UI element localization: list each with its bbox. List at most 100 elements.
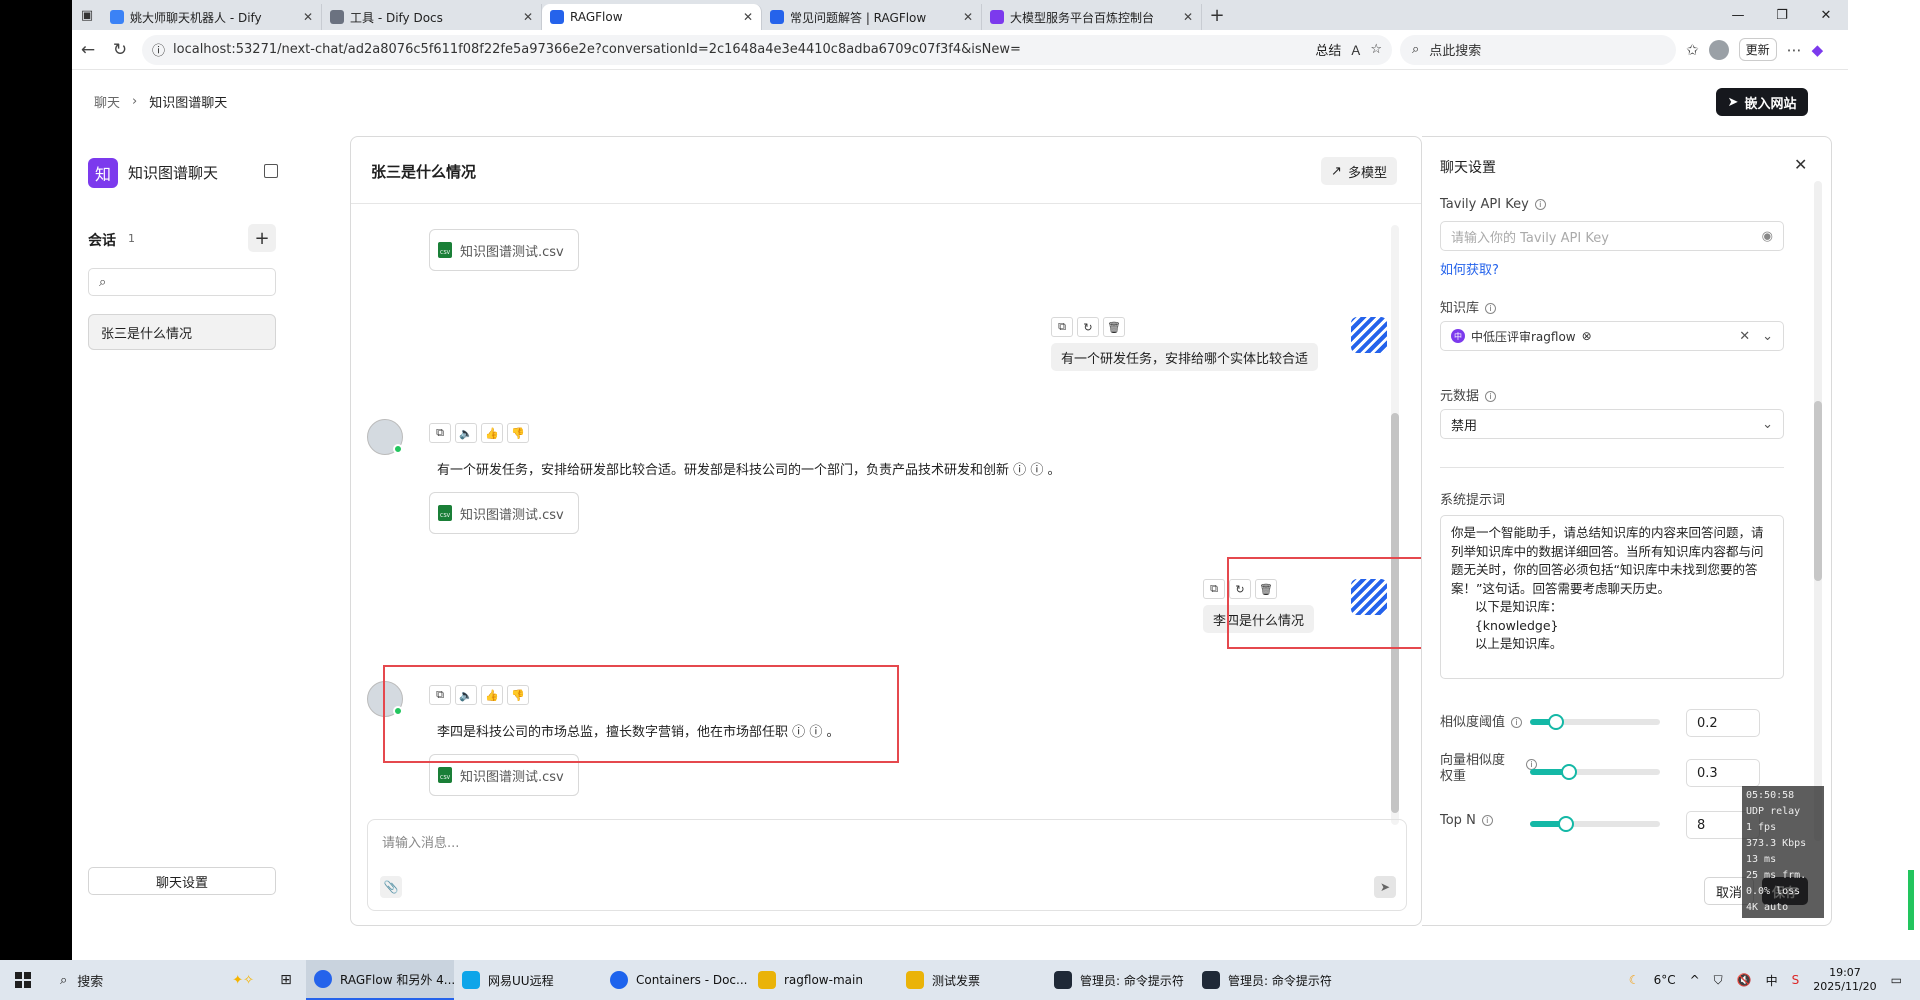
system-prompt-textarea[interactable]: 你是一个智能助手，请总结知识库的内容来回答问题，请列举知识库中的数据详细回答。当… bbox=[1440, 515, 1784, 679]
windows-start-icon[interactable] bbox=[0, 960, 46, 1000]
tab-favicon-icon bbox=[990, 10, 1004, 24]
more-icon[interactable]: ⋯ bbox=[1787, 41, 1802, 59]
close-window-icon[interactable]: ✕ bbox=[1804, 0, 1848, 30]
breadcrumb-root[interactable]: 聊天 bbox=[94, 92, 120, 111]
session-item[interactable]: 张三是什么情况 bbox=[88, 314, 276, 350]
send-icon[interactable]: ➤ bbox=[1374, 876, 1396, 898]
taskbar-item[interactable]: 管理员: 命令提示符 bbox=[1194, 960, 1342, 1000]
close-icon[interactable]: ✕ bbox=[1794, 155, 1807, 174]
vector-weight-input[interactable]: 0.3 bbox=[1686, 759, 1760, 787]
remove-tag-icon[interactable]: ⊗ bbox=[1582, 329, 1592, 343]
profile-avatar[interactable] bbox=[1708, 39, 1729, 60]
tavily-api-key-input[interactable]: 请输入你的 Tavily API Key ◉ bbox=[1440, 221, 1784, 251]
copy-icon[interactable]: ⧉ bbox=[1203, 579, 1225, 599]
tab-title: 工具 - Dify Docs bbox=[350, 10, 443, 25]
file-attachment[interactable]: CSV 知识图谱测试.csv bbox=[429, 492, 579, 534]
speaker-icon[interactable]: 🔈 bbox=[455, 423, 477, 443]
copy-icon[interactable]: ⧉ bbox=[429, 423, 451, 443]
browser-tab[interactable]: 姚大师聊天机器人 - Dify ✕ bbox=[102, 4, 322, 30]
back-icon[interactable]: ← bbox=[72, 40, 104, 60]
metadata-select[interactable]: 禁用 ⌄ bbox=[1440, 409, 1784, 439]
tab-close-icon[interactable]: ✕ bbox=[743, 10, 753, 24]
message-input[interactable]: 请输入消息... 📎 ➤ bbox=[367, 819, 1407, 911]
citation-info-icon[interactable]: ⓘ bbox=[1013, 463, 1026, 478]
minimize-icon[interactable]: — bbox=[1716, 0, 1760, 30]
summary-button[interactable]: 总结 bbox=[1315, 40, 1341, 59]
maximize-icon[interactable]: ❐ bbox=[1760, 0, 1804, 30]
session-search-input[interactable]: ⌕ bbox=[88, 268, 276, 296]
taskbar-item[interactable]: Containers - Doc... bbox=[602, 960, 750, 1000]
tab-close-icon[interactable]: ✕ bbox=[523, 10, 533, 24]
metadata-label-text: 元数据 bbox=[1440, 389, 1480, 404]
volume-muted-icon[interactable]: 🔇 bbox=[1737, 973, 1752, 987]
copy-icon[interactable]: ⧉ bbox=[1051, 317, 1073, 337]
regenerate-icon[interactable]: ↻ bbox=[1077, 317, 1099, 337]
similarity-input[interactable]: 0.2 bbox=[1686, 709, 1760, 737]
browser-tab[interactable]: 常见问题解答 | RAGFlow ✕ bbox=[762, 4, 982, 30]
tab-close-icon[interactable]: ✕ bbox=[1183, 10, 1193, 24]
slider-handle[interactable] bbox=[1558, 816, 1574, 832]
citation-info-icon[interactable]: ⓘ bbox=[1030, 463, 1043, 478]
shield-icon[interactable]: ⛉ bbox=[1714, 973, 1723, 988]
tab-actions-icon[interactable]: ▣ bbox=[72, 0, 102, 30]
online-status-dot bbox=[393, 444, 403, 454]
sidebar-collapse-icon[interactable] bbox=[264, 164, 278, 178]
browser-tab[interactable]: 大模型服务平台百炼控制台 ✕ bbox=[982, 4, 1202, 30]
paperclip-icon[interactable]: 📎 bbox=[380, 876, 402, 898]
browser-tab[interactable]: 工具 - Dify Docs ✕ bbox=[322, 4, 542, 30]
thumbs-up-icon[interactable]: 👍 bbox=[481, 423, 503, 443]
stats-line: 0.0% loss bbox=[1746, 886, 1801, 897]
refresh-icon[interactable]: ↻ bbox=[104, 40, 136, 60]
file-attachment[interactable]: CSV 知识图谱测试.csv bbox=[429, 229, 579, 271]
info-icon[interactable]: ⓘ bbox=[152, 40, 165, 59]
clock[interactable]: 19:07 2025/11/20 bbox=[1813, 966, 1876, 994]
file-name: 知识图谱测试.csv bbox=[460, 244, 564, 260]
kb-label-text: 知识库 bbox=[1440, 301, 1480, 316]
thumbs-down-icon[interactable]: 👎 bbox=[507, 423, 529, 443]
sidebar: 知 知识图谱聊天 会话 1 + ⌕ 张三是什么情况 聊天设置 bbox=[88, 136, 318, 916]
similarity-slider[interactable] bbox=[1530, 714, 1660, 730]
clear-icon[interactable]: ✕ bbox=[1739, 329, 1750, 344]
chat-settings-button[interactable]: 聊天设置 bbox=[88, 867, 276, 895]
similarity-label: 相似度阈值 i bbox=[1440, 711, 1523, 730]
tab-close-icon[interactable]: ✕ bbox=[303, 10, 313, 24]
read-aloud-icon[interactable]: Ａ bbox=[1349, 40, 1362, 59]
tavily-label-text: Tavily API Key bbox=[1440, 197, 1529, 212]
slider-handle[interactable] bbox=[1548, 714, 1564, 730]
eye-icon[interactable]: ◉ bbox=[1762, 229, 1773, 244]
star-icon[interactable]: ☆ bbox=[1370, 42, 1382, 57]
tab-close-icon[interactable]: ✕ bbox=[963, 10, 973, 24]
chevron-up-icon[interactable]: ^ bbox=[1690, 973, 1700, 987]
ime-indicator[interactable]: 中 bbox=[1766, 972, 1778, 989]
slider-handle[interactable] bbox=[1561, 764, 1577, 780]
app-tray-icon[interactable]: S bbox=[1792, 973, 1800, 987]
multi-model-button[interactable]: ↗ 多模型 bbox=[1321, 157, 1397, 185]
settings-scrollbar-thumb[interactable] bbox=[1814, 401, 1822, 581]
settings-scrollbar[interactable] bbox=[1814, 181, 1822, 841]
delete-icon[interactable]: 🗑 bbox=[1103, 317, 1125, 337]
taskbar-item[interactable]: 管理员: 命令提示符 bbox=[1046, 960, 1194, 1000]
taskbar-search[interactable]: ⌕ 搜索 ✦✧ bbox=[46, 960, 266, 1000]
chevron-down-icon[interactable]: ⌄ bbox=[1762, 329, 1773, 344]
knowledge-base-select[interactable]: 中中低压评审ragflow ⊗ ✕ ⌄ bbox=[1440, 321, 1784, 351]
update-button[interactable]: 更新 bbox=[1738, 38, 1777, 61]
copilot-icon[interactable]: ◆ bbox=[1812, 41, 1824, 59]
how-to-get-link[interactable]: 如何获取? bbox=[1440, 259, 1499, 278]
taskbar-item[interactable]: 测试发票 bbox=[898, 960, 1046, 1000]
add-session-button[interactable]: + bbox=[248, 224, 276, 252]
notification-icon[interactable]: ▭ bbox=[1891, 973, 1902, 987]
vector-weight-slider[interactable] bbox=[1530, 764, 1660, 780]
weather-temp[interactable]: 6°C bbox=[1654, 973, 1676, 987]
favorites-icon[interactable]: ✩ bbox=[1686, 41, 1699, 59]
browser-search-input[interactable]: ⌕ 点此搜索 bbox=[1400, 34, 1676, 65]
taskbar-item[interactable]: ragflow-main bbox=[750, 960, 898, 1000]
taskbar-item[interactable]: 网易UU远程 bbox=[454, 960, 602, 1000]
topn-slider[interactable] bbox=[1530, 816, 1660, 832]
taskbar-item[interactable]: RAGFlow 和另外 4... bbox=[306, 960, 454, 1000]
url-field[interactable]: ⓘ localhost:53271/next-chat/ad2a8076c5f6… bbox=[142, 34, 1392, 65]
new-tab-icon[interactable]: + bbox=[1202, 5, 1232, 26]
task-view-icon[interactable]: ⊞ bbox=[266, 972, 306, 988]
embed-website-button[interactable]: ➤ 嵌入网站 bbox=[1716, 88, 1808, 116]
browser-tab-active[interactable]: RAGFlow ✕ bbox=[542, 4, 762, 30]
url-text: localhost:53271/next-chat/ad2a8076c5f611… bbox=[173, 42, 1021, 57]
